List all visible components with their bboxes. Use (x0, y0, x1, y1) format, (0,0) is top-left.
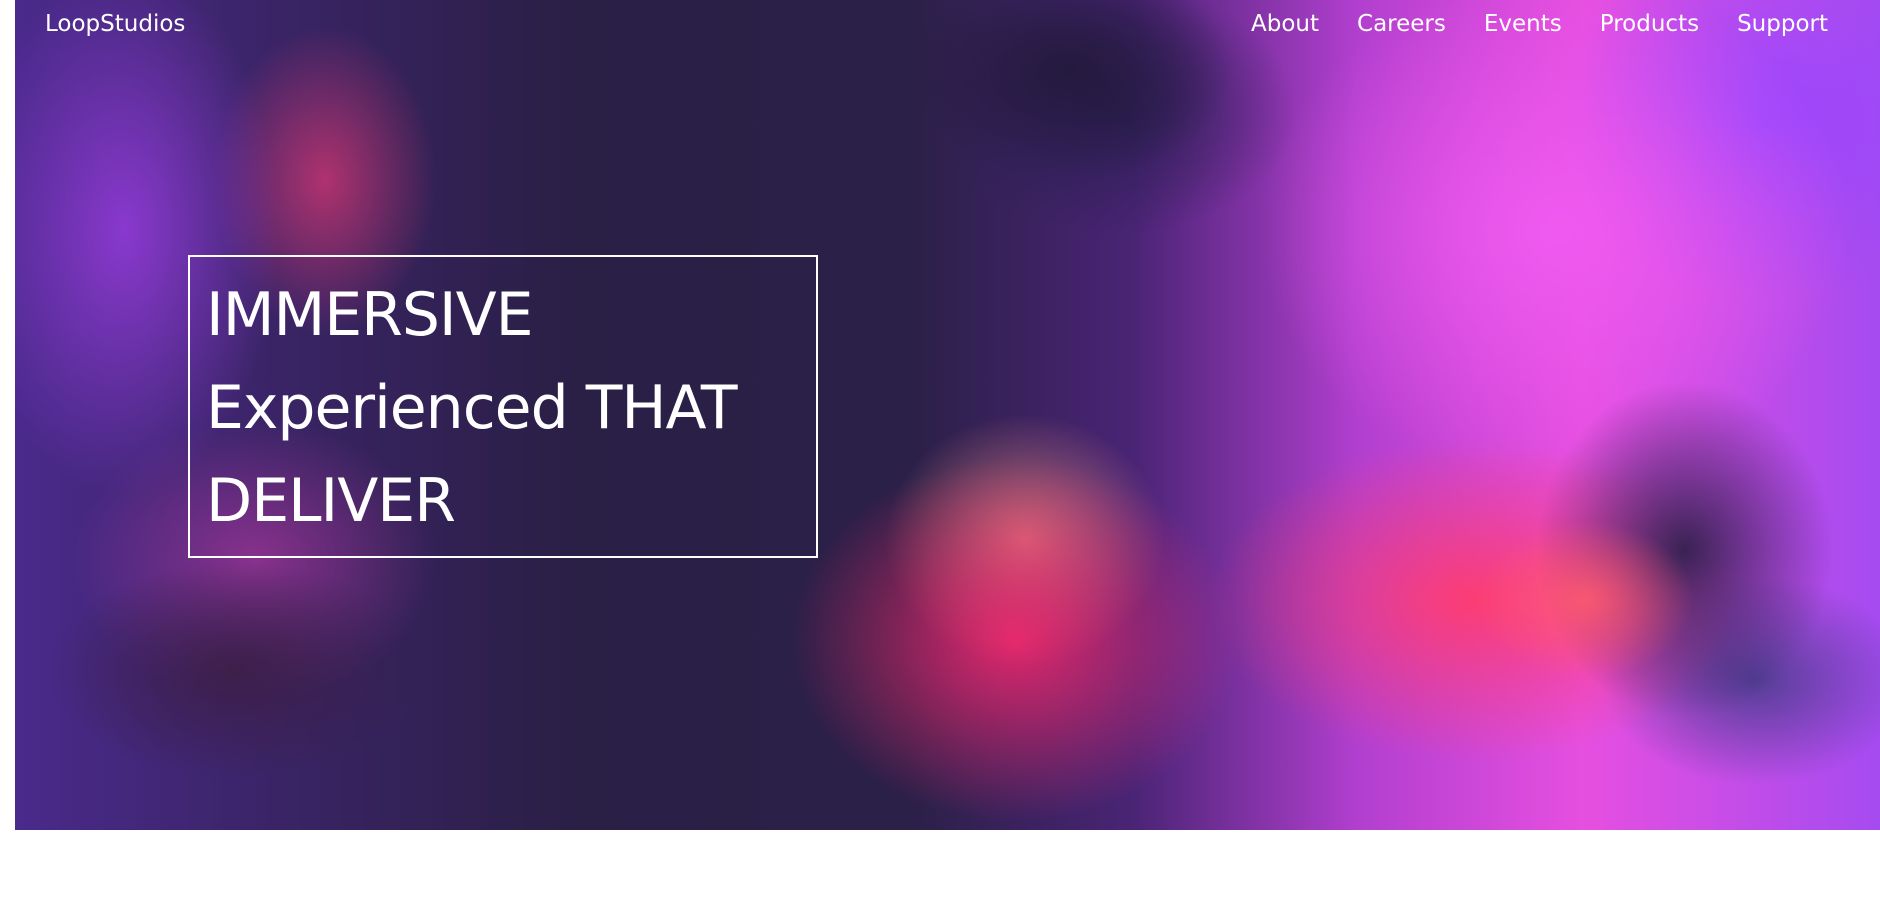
hero-headline: IMMERSIVE Experienced THAT DELIVER (206, 269, 800, 548)
nav-links: About Careers Events Products Support (1251, 11, 1828, 37)
hero-glow-hand (1475, 520, 1695, 680)
top-navigation: LoopStudios About Careers Events Product… (0, 0, 1880, 54)
nav-link-about[interactable]: About (1251, 11, 1319, 37)
nav-link-products[interactable]: Products (1600, 11, 1699, 37)
headline-line-3: DELIVER (206, 466, 456, 536)
hero-glow-seat (45, 560, 425, 780)
nav-link-support[interactable]: Support (1737, 11, 1828, 37)
site-logo[interactable]: LoopStudios (45, 11, 185, 37)
headline-line-2: Experienced THAT (206, 373, 738, 443)
nav-link-events[interactable]: Events (1484, 11, 1562, 37)
headline-line-1: IMMERSIVE (206, 280, 534, 350)
nav-link-careers[interactable]: Careers (1357, 11, 1446, 37)
hero-headline-box: IMMERSIVE Experienced THAT DELIVER (188, 255, 818, 558)
